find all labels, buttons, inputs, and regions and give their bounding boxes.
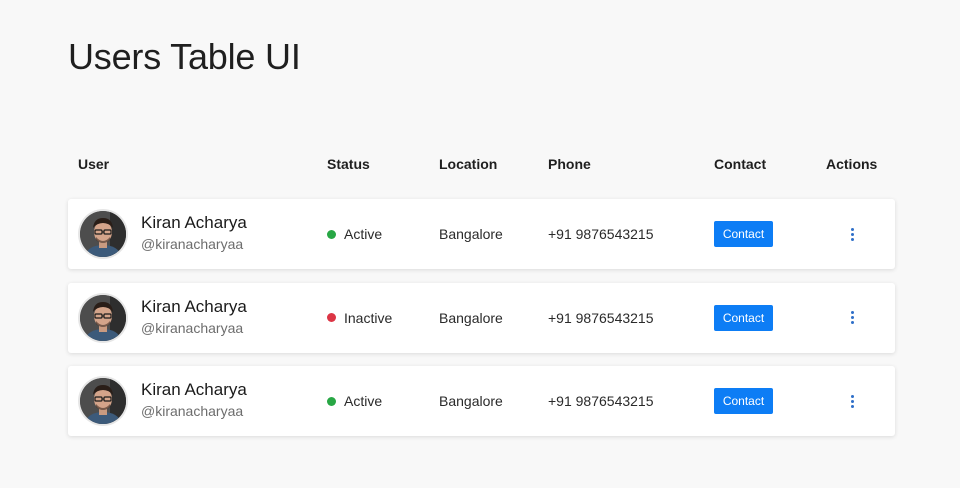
- kebab-menu-icon[interactable]: [848, 226, 856, 242]
- table-row: Kiran Acharya @kiranacharyaa Active Bang…: [68, 366, 895, 436]
- avatar: [80, 294, 126, 341]
- user-info: Kiran Acharya @kiranacharyaa: [141, 379, 247, 421]
- contact-cell: Contact: [714, 221, 773, 247]
- user-name: Kiran Acharya: [141, 380, 247, 399]
- contact-cell: Contact: [714, 388, 773, 414]
- header-user: User: [78, 156, 110, 172]
- status-dot-icon: [327, 229, 336, 239]
- status-cell: Active: [327, 226, 382, 242]
- table-row: Kiran Acharya @kiranacharyaa Inactive Ba…: [68, 282, 895, 353]
- actions-cell: [848, 310, 856, 326]
- kebab-menu-icon[interactable]: [848, 310, 856, 326]
- contact-button[interactable]: Contact: [714, 388, 773, 414]
- actions-cell: [848, 226, 856, 242]
- location-cell: Bangalore: [439, 393, 503, 409]
- location-cell: Bangalore: [439, 226, 503, 242]
- header-location: Location: [439, 156, 498, 172]
- status-label: Active: [344, 393, 383, 409]
- user-info: Kiran Acharya @kiranacharyaa: [141, 212, 247, 254]
- phone-cell: +91 9876543215: [548, 226, 654, 242]
- actions-cell: [848, 393, 856, 409]
- status-cell: Active: [327, 393, 382, 409]
- kebab-menu-icon[interactable]: [848, 393, 856, 409]
- user-info: Kiran Acharya @kiranacharyaa: [141, 296, 247, 338]
- phone-cell: +91 9876543215: [548, 393, 654, 409]
- avatar: [80, 211, 126, 257]
- table-row: Kiran Acharya @kiranacharyaa Active Bang…: [68, 199, 895, 269]
- status-label: Active: [344, 226, 383, 242]
- status-dot-icon: [327, 313, 336, 322]
- phone-cell: +91 9876543215: [548, 309, 654, 326]
- page-title: Users Table UI: [68, 36, 301, 77]
- status-cell: Inactive: [327, 310, 392, 326]
- table-header: User Status Location Phone Contact Actio…: [68, 156, 895, 174]
- user-handle: @kiranacharyaa: [141, 319, 244, 336]
- user-handle: @kiranacharyaa: [141, 403, 244, 419]
- status-dot-icon: [327, 396, 336, 406]
- user-name: Kiran Acharya: [141, 213, 247, 232]
- table-body: Kiran Acharya @kiranacharyaa Active Bang…: [68, 199, 895, 450]
- header-actions: Actions: [826, 156, 878, 172]
- header-status: Status: [327, 156, 370, 172]
- user-name: Kiran Acharya: [141, 296, 247, 316]
- contact-button[interactable]: Contact: [714, 304, 773, 331]
- contact-button[interactable]: Contact: [714, 221, 773, 247]
- header-phone: Phone: [548, 156, 591, 172]
- avatar: [80, 378, 126, 424]
- header-contact: Contact: [714, 156, 767, 172]
- location-cell: Bangalore: [439, 309, 503, 326]
- contact-cell: Contact: [714, 304, 773, 331]
- status-label: Inactive: [344, 309, 393, 326]
- user-handle: @kiranacharyaa: [141, 236, 244, 252]
